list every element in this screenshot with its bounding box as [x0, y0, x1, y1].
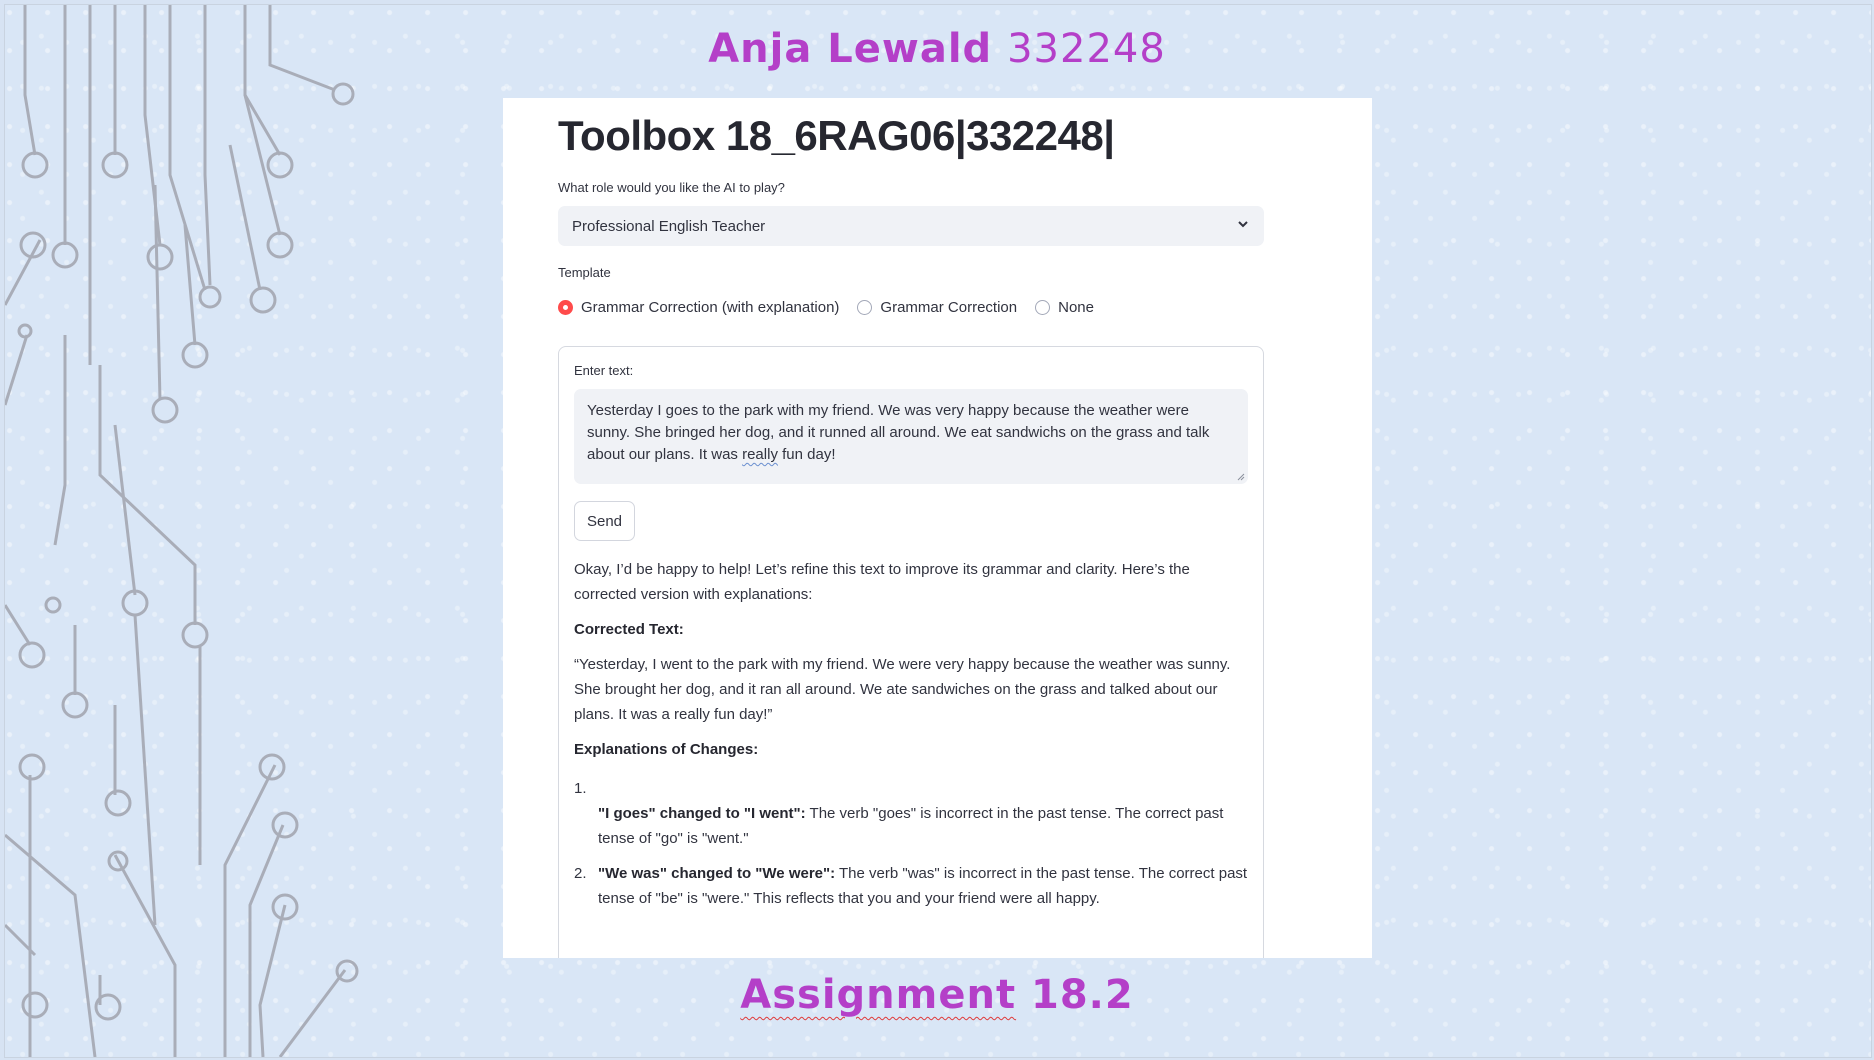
- text-input-value: Yesterday I goes to the park with my fri…: [587, 402, 1210, 463]
- list-item-bold: "We was" changed to "We were":: [598, 865, 836, 882]
- corrected-heading: Corrected Text:: [574, 621, 684, 638]
- circuit-decoration: [5, 5, 359, 1057]
- list-item: 2. "We was" changed to "We were": The ve…: [574, 861, 1254, 911]
- text-input-value-end: fun day!: [777, 446, 836, 463]
- footer-word: Assignment: [740, 972, 1017, 1018]
- text-input-value-flagged: really: [742, 446, 778, 463]
- input-label: Enter text:: [574, 363, 634, 378]
- radio-unselected-icon[interactable]: [857, 300, 873, 315]
- corrected-text: “Yesterday, I went to the park with my f…: [574, 656, 1231, 723]
- response-intro: Okay, I’d be happy to help! Let’s refine…: [574, 561, 1190, 603]
- ai-response: Okay, I’d be happy to help! Let’s refine…: [574, 557, 1254, 911]
- footer-number: 18.2: [1031, 972, 1134, 1018]
- template-label: Template: [558, 265, 611, 280]
- text-input[interactable]: Yesterday I goes to the park with my fri…: [574, 389, 1248, 484]
- send-button[interactable]: Send: [574, 501, 635, 541]
- slide-title-id: 332248: [1007, 26, 1166, 72]
- template-option-grammar[interactable]: Grammar Correction: [857, 299, 1017, 316]
- list-item-number: 2.: [574, 865, 587, 882]
- template-option-label: None: [1058, 299, 1094, 316]
- app-window: Toolbox 18_6RAG06|332248| What role woul…: [503, 98, 1372, 958]
- chat-form: Enter text: Yesterday I goes to the park…: [558, 346, 1264, 958]
- role-label: What role would you like the AI to play?: [558, 180, 785, 195]
- page-title: Toolbox 18_6RAG06|332248|: [558, 112, 1115, 159]
- template-radio-group: Grammar Correction (with explanation) Gr…: [558, 299, 1094, 316]
- chevron-down-icon[interactable]: [1236, 217, 1250, 235]
- role-select-value: Professional English Teacher: [572, 217, 766, 235]
- list-item: 1. "I goes" changed to "I went": The ver…: [574, 776, 1254, 851]
- radio-unselected-icon[interactable]: [1035, 300, 1051, 315]
- radio-selected-icon[interactable]: [558, 300, 573, 315]
- resize-handle-icon[interactable]: [1237, 473, 1245, 481]
- explanations-heading: Explanations of Changes:: [574, 741, 759, 758]
- template-option-grammar-explanation[interactable]: Grammar Correction (with explanation): [558, 299, 839, 316]
- list-item-number: 1.: [574, 780, 587, 797]
- template-option-label: Grammar Correction (with explanation): [581, 299, 840, 316]
- slide-footer: Assignment 18.2: [0, 972, 1874, 1018]
- template-option-none[interactable]: None: [1035, 299, 1094, 316]
- template-option-label: Grammar Correction: [880, 299, 1018, 316]
- slide-title: Anja Lewald 332248: [0, 26, 1874, 72]
- role-select[interactable]: Professional English Teacher: [558, 206, 1264, 246]
- explanations-list: 1. "I goes" changed to "I went": The ver…: [574, 776, 1254, 911]
- list-item-bold: "I goes" changed to "I went":: [598, 805, 806, 822]
- slide-title-name: Anja Lewald: [708, 26, 993, 72]
